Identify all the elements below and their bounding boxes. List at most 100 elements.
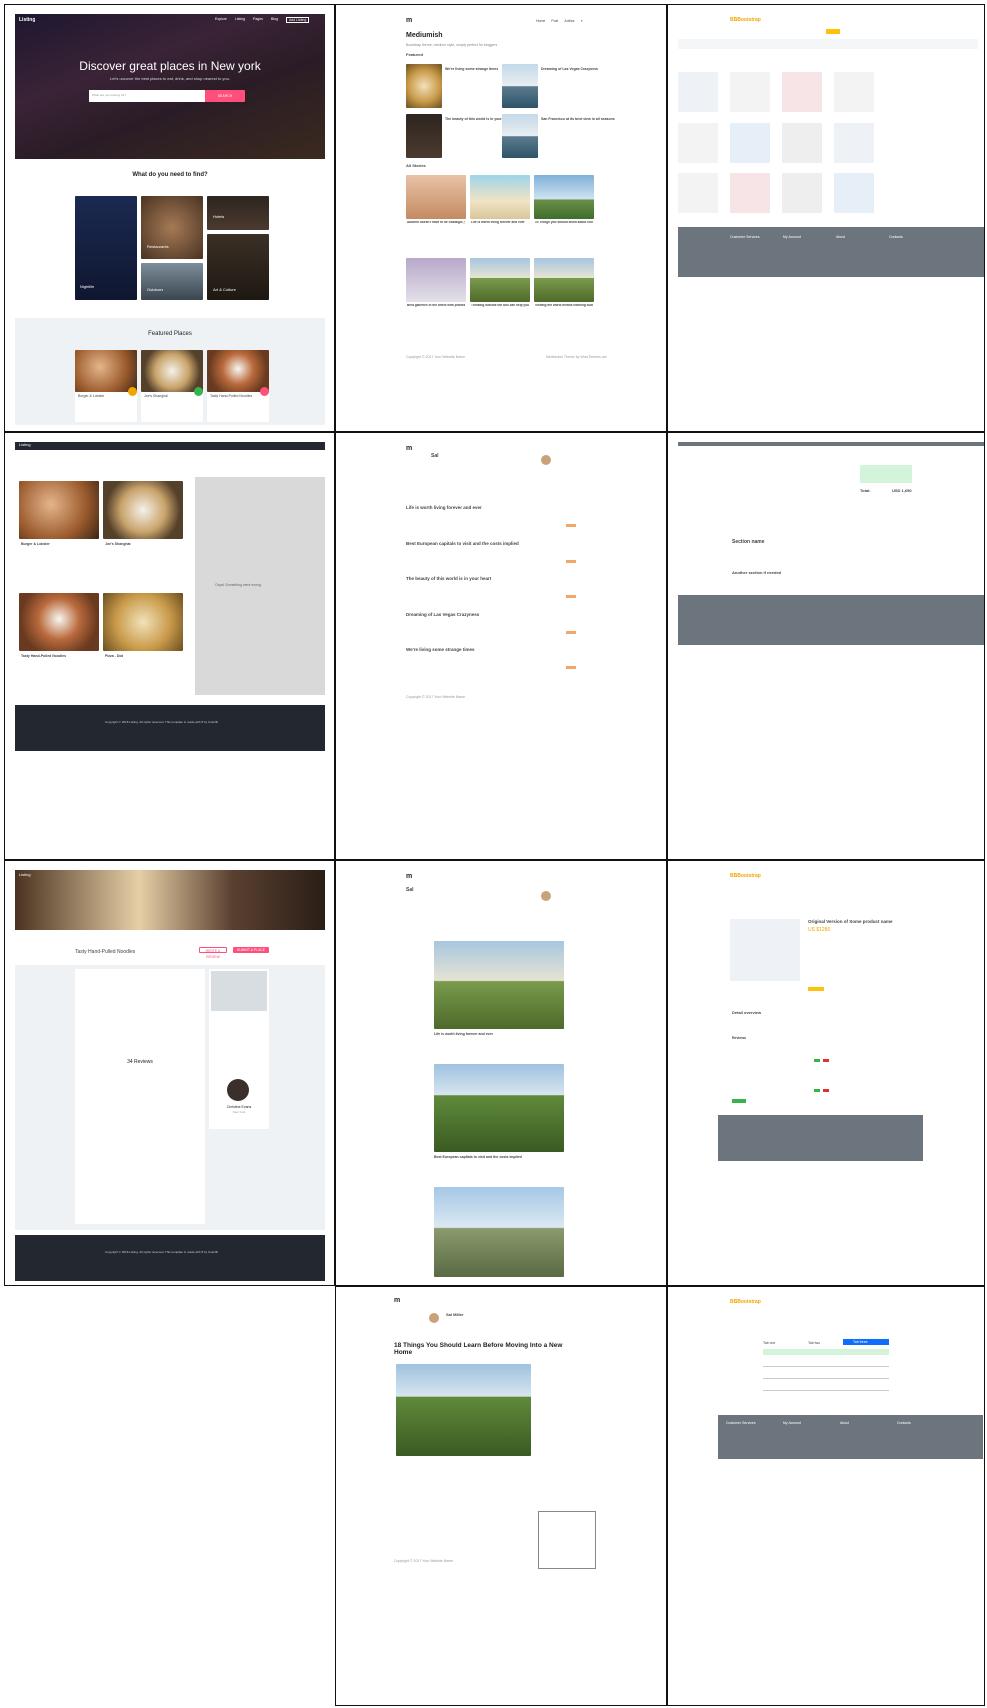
post-title[interactable]: Life is worth living forever and ever <box>406 505 482 510</box>
brand-logo[interactable]: Listing <box>19 443 31 448</box>
mediumish-logo[interactable]: m <box>406 17 412 24</box>
like-button[interactable] <box>814 1089 820 1092</box>
featured-image-2[interactable] <box>502 64 538 108</box>
product-image[interactable] <box>730 123 770 163</box>
place-name[interactable]: Burger & Lobster <box>78 394 104 398</box>
result-image-1[interactable] <box>19 481 99 539</box>
product-image[interactable] <box>834 173 874 213</box>
story-title[interactable]: Thinking outside the box can help you pr… <box>471 304 529 308</box>
add-review-button[interactable] <box>732 1099 746 1103</box>
mediumish-logo[interactable]: m <box>406 445 412 452</box>
search-input[interactable]: What are you looking for? <box>89 90 205 102</box>
story-image-6[interactable] <box>534 258 594 302</box>
submit-place-button[interactable]: SUBMIT A PLACE <box>233 947 269 953</box>
nav-blog[interactable]: Blog <box>271 17 278 23</box>
post-title[interactable]: Life is worth living forever and ever <box>434 1032 493 1036</box>
message-box[interactable] <box>538 1511 596 1569</box>
nav-home[interactable]: Home <box>536 19 545 24</box>
author-name[interactable]: Sal <box>406 887 414 893</box>
featured-image-3[interactable] <box>406 114 442 158</box>
story-title[interactable]: Visiting the world means learning cultur… <box>535 304 593 308</box>
featured-post-title[interactable]: San Francisco at its best view in all se… <box>541 117 615 121</box>
product-image[interactable] <box>782 173 822 213</box>
result-name[interactable]: Tasty Hand-Pulled Noodles <box>21 654 66 658</box>
product-image[interactable] <box>678 123 718 163</box>
place-name[interactable]: Joe's Shanghai <box>144 394 168 398</box>
tag-badge[interactable] <box>566 560 576 563</box>
add-to-cart-button[interactable] <box>808 987 824 991</box>
search-button[interactable]: SEARCH <box>205 90 245 102</box>
like-button[interactable] <box>814 1059 820 1062</box>
story-title[interactable]: Best galleries in the world with photos <box>407 304 465 308</box>
product-image[interactable] <box>834 72 874 112</box>
form-tab-2[interactable]: Tab two <box>808 1341 820 1345</box>
mediumish-logo[interactable]: m <box>406 873 412 880</box>
dislike-button[interactable] <box>823 1059 829 1062</box>
tag-badge[interactable] <box>566 524 576 527</box>
story-image-3[interactable] <box>534 175 594 219</box>
location-map[interactable] <box>211 971 267 1011</box>
designed-by[interactable]: Mediumish Theme by WowThemes.net <box>546 355 607 360</box>
shop-brand[interactable]: BBBootstrap <box>730 1299 761 1305</box>
result-name[interactable]: Joe's Shanghai <box>105 542 131 546</box>
featured-post-title[interactable]: We're living some strange times <box>445 67 498 71</box>
story-image-2[interactable] <box>470 175 530 219</box>
form-input[interactable] <box>763 1387 889 1391</box>
product-main-image[interactable] <box>730 919 800 981</box>
story-title[interactable]: Autumn doesn't have to be nostalgic, you… <box>407 221 465 225</box>
product-image[interactable] <box>834 123 874 163</box>
story-image-1[interactable] <box>406 175 466 219</box>
story-image-4[interactable] <box>406 258 466 302</box>
search-button[interactable] <box>826 29 840 34</box>
nav-post[interactable]: Post <box>551 19 558 24</box>
post-title[interactable]: Dreaming of Las Vegas Crazyness <box>406 612 479 617</box>
post-title[interactable]: Best European capitals to visit and the … <box>406 541 519 546</box>
nav-author[interactable]: Author <box>564 19 574 24</box>
place-image-1[interactable] <box>75 350 137 392</box>
post-title[interactable]: We're living some strange times <box>406 647 475 652</box>
product-image[interactable] <box>782 123 822 163</box>
form-tab-1[interactable]: Tab one <box>763 1341 775 1345</box>
product-image[interactable] <box>730 173 770 213</box>
form-tab-3[interactable]: Tab three <box>853 1340 868 1344</box>
result-image-3[interactable] <box>19 593 99 651</box>
product-image[interactable] <box>678 173 718 213</box>
story-title[interactable]: Life is worth living forever and ever <box>471 221 529 225</box>
story-title[interactable]: 10 Things you should know about choosing… <box>535 221 593 225</box>
mediumish-logo[interactable]: m <box>394 1297 400 1304</box>
place-name[interactable]: Tasty Hand-Pulled Noodles <box>210 394 252 398</box>
dislike-button[interactable] <box>823 1089 829 1092</box>
post-image-3[interactable] <box>434 1187 564 1277</box>
featured-post-title[interactable]: Dreaming of Las Vegas Crazyness <box>541 67 598 71</box>
add-listing-button[interactable]: Add Listing <box>285 17 310 24</box>
result-name[interactable]: Pizza - Dok <box>105 654 123 658</box>
category-outdoors[interactable] <box>141 263 203 300</box>
post-image-1[interactable] <box>434 941 564 1029</box>
featured-image-4[interactable] <box>502 114 538 158</box>
author-name[interactable]: Sal <box>431 453 439 459</box>
write-review-button[interactable]: WRITE A REVIEW <box>199 947 227 959</box>
featured-image-1[interactable] <box>406 64 442 108</box>
result-image-4[interactable] <box>103 593 183 651</box>
category-hotels[interactable] <box>207 196 269 230</box>
product-image[interactable] <box>730 72 770 112</box>
place-image-3[interactable] <box>207 350 269 392</box>
story-image-5[interactable] <box>470 258 530 302</box>
post-title[interactable]: Best European capitals to visit and the … <box>434 1155 522 1159</box>
nav-explore[interactable]: Explore <box>215 17 227 23</box>
post-image-2[interactable] <box>434 1064 564 1152</box>
brand-logo[interactable]: Listing <box>19 873 31 878</box>
brand-logo[interactable]: Listing <box>19 17 35 23</box>
form-input[interactable] <box>763 1375 889 1379</box>
result-image-2[interactable] <box>103 481 183 539</box>
place-image-2[interactable] <box>141 350 203 392</box>
shop-brand[interactable]: BBBootstrap <box>730 17 761 23</box>
search-icon[interactable]: ⌕ <box>581 19 583 24</box>
form-input[interactable] <box>763 1363 889 1367</box>
tag-badge[interactable] <box>566 666 576 669</box>
product-image[interactable] <box>678 72 718 112</box>
shop-brand[interactable]: BBBootstrap <box>730 873 761 879</box>
post-title[interactable]: The beauty of this world is in your hear… <box>406 576 491 581</box>
nav-pages[interactable]: Pages <box>253 17 263 23</box>
product-image[interactable] <box>782 72 822 112</box>
